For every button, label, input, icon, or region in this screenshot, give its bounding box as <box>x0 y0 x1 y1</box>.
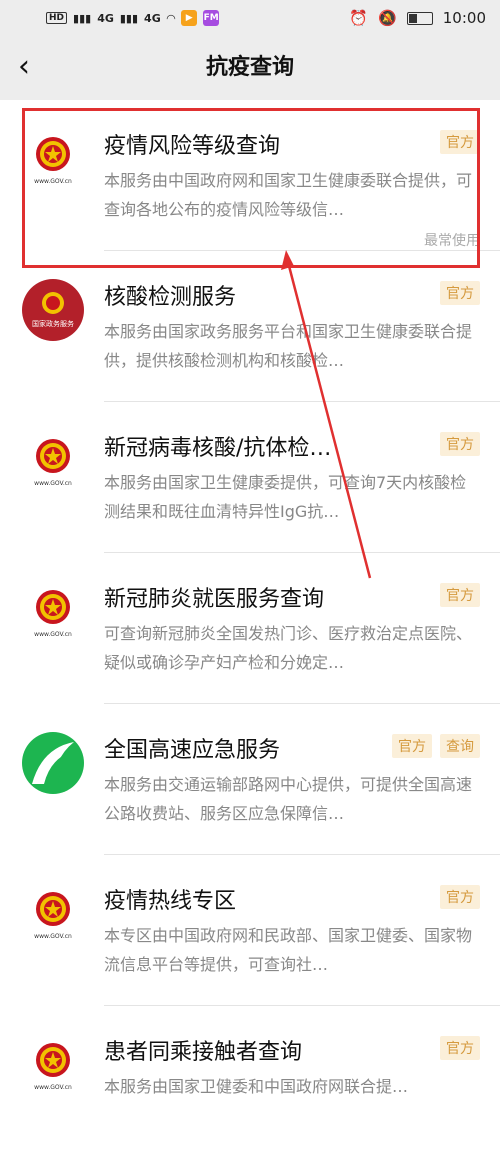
service-desc: 可查询新冠肺炎全国发热门诊、医疗救治定点医院、疑似或确诊孕产妇产检和分娩定… <box>104 624 473 672</box>
gov-caption: www.GOV.cn <box>34 480 72 487</box>
most-used-label: 最常使用 <box>424 233 480 249</box>
query-badge: 查询 <box>440 734 480 758</box>
service-desc: 本服务由国家政务服务平台和国家卫生健康委联合提供，提供核酸检测机构和核酸检… <box>104 322 473 370</box>
service-desc: 本服务由交通运输部路网中心提供，可提供全国高速公路收费站、服务区应急保障信… <box>104 775 473 823</box>
official-badge: 官方 <box>440 1036 480 1060</box>
network-type-1: 4G <box>97 11 114 25</box>
badge-group: 官方 <box>440 432 480 456</box>
service-desc: 本服务由中国政府网和国家卫生健康委联合提供，可查询各地公布的疫情风险等级信… <box>104 171 473 219</box>
mute-icon: 🔕 <box>378 9 397 27</box>
network-type-2: 4G <box>144 11 161 25</box>
list-item[interactable]: www.GOV.cn 患者同乘接触者查询 本服务由国家卫健委和中国政府网联合提…… <box>0 1006 500 1157</box>
video-app-icon: ▶ <box>181 10 198 26</box>
list-item[interactable]: www.GOV.cn 疫情风险等级查询 本服务由中国政府网和国家卫生健康委联合提… <box>0 100 500 251</box>
service-desc: 本专区由中国政府网和民政部、国家卫健委、国家物流信息平台等提供，可查询社… <box>104 926 473 974</box>
official-badge: 官方 <box>440 432 480 456</box>
page-header: ‹ 抗疫查询 <box>0 36 500 100</box>
badge-group: 官方 <box>440 281 480 305</box>
badge-group: 官方 <box>440 1036 480 1060</box>
hd-indicator: HD <box>46 12 68 24</box>
national-emblem-icon: www.GOV.cn <box>34 590 72 638</box>
wifi-icon: ◠ <box>166 11 176 25</box>
gov-caption: www.GOV.cn <box>34 631 72 638</box>
gov-service-logo-icon: 国家政务服务 <box>22 279 84 341</box>
service-desc: 本服务由国家卫生健康委提供，可查询7天内核酸检测结果和既往血清特异性IgG抗… <box>104 473 467 521</box>
national-emblem-icon: www.GOV.cn <box>34 137 72 185</box>
service-name: 疫情风险等级查询 <box>104 134 281 159</box>
list-item[interactable]: 全国高速应急服务 本服务由交通运输部路网中心提供，可提供全国高速公路收费站、服务… <box>0 704 500 855</box>
gov-caption: www.GOV.cn <box>34 1084 72 1091</box>
status-bar: HD ▮▮▮ 4G ▮▮▮ 4G ◠ ▶ FM ⏰ 🔕 10:00 <box>0 0 500 36</box>
highway-logo-icon <box>22 732 84 794</box>
national-emblem-icon: www.GOV.cn <box>34 439 72 487</box>
service-name: 新冠病毒核酸/抗体检… <box>104 436 332 461</box>
official-badge: 官方 <box>440 130 480 154</box>
status-right: ⏰ 🔕 10:00 <box>349 9 486 27</box>
page-title: 抗疫查询 <box>205 55 294 80</box>
list-item[interactable]: www.GOV.cn 疫情热线专区 本专区由中国政府网和民政部、国家卫健委、国家… <box>0 855 500 1006</box>
gov-caption: www.GOV.cn <box>34 178 72 185</box>
gov-service-logo-text: 国家政务服务 <box>32 319 74 328</box>
list-item[interactable]: www.GOV.cn 新冠病毒核酸/抗体检… 本服务由国家卫生健康委提供，可查询… <box>0 402 500 553</box>
gov-caption: www.GOV.cn <box>34 933 72 940</box>
official-badge: 官方 <box>440 281 480 305</box>
service-name: 核酸检测服务 <box>104 285 237 310</box>
service-name: 新冠肺炎就医服务查询 <box>104 587 325 612</box>
badge-group: 官方 查询 <box>392 734 480 758</box>
service-name: 全国高速应急服务 <box>104 738 281 763</box>
list-item[interactable]: www.GOV.cn 新冠肺炎就医服务查询 可查询新冠肺炎全国发热门诊、医疗救治… <box>0 553 500 704</box>
signal-icon-1: ▮▮▮ <box>73 11 92 25</box>
service-name: 患者同乘接触者查询 <box>104 1040 303 1065</box>
list-item[interactable]: 国家政务服务 核酸检测服务 本服务由国家政务服务平台和国家卫生健康委联合提供，提… <box>0 251 500 402</box>
signal-icon-2: ▮▮▮ <box>119 11 139 25</box>
status-left: HD ▮▮▮ 4G ▮▮▮ 4G ◠ ▶ FM <box>46 10 220 26</box>
national-emblem-icon: www.GOV.cn <box>34 892 72 940</box>
service-desc: 本服务由国家卫健委和中国政府网联合提… <box>104 1077 409 1096</box>
badge-group: 官方 <box>440 583 480 607</box>
national-emblem-icon: www.GOV.cn <box>34 1043 72 1091</box>
official-badge: 官方 <box>440 885 480 909</box>
battery-icon <box>406 11 433 25</box>
fm-app-icon: FM <box>203 10 220 26</box>
badge-group: 官方 <box>440 130 480 154</box>
official-badge: 官方 <box>440 583 480 607</box>
alarm-icon: ⏰ <box>349 9 369 27</box>
badge-group: 官方 <box>440 885 480 909</box>
clock-time: 10:00 <box>442 9 486 27</box>
official-badge: 官方 <box>392 734 432 758</box>
service-list: www.GOV.cn 疫情风险等级查询 本服务由中国政府网和国家卫生健康委联合提… <box>0 100 500 1157</box>
service-name: 疫情热线专区 <box>104 889 237 914</box>
